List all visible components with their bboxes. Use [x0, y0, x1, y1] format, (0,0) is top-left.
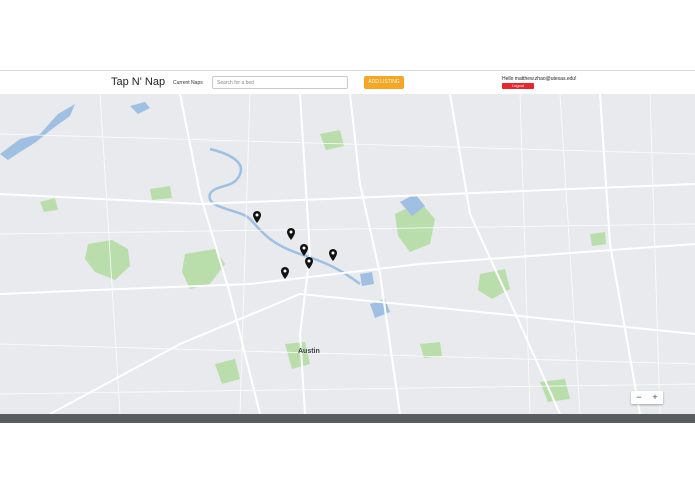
add-listing-button[interactable]: ADD LISTING	[364, 76, 404, 89]
map-footer-bar	[0, 414, 695, 423]
park-area	[590, 232, 606, 246]
map-view[interactable]: Austin	[0, 94, 695, 414]
water-body	[360, 272, 374, 286]
logout-button[interactable]: Logout	[502, 83, 534, 89]
park-area	[540, 379, 570, 402]
park-area	[285, 342, 310, 369]
highway	[0, 183, 695, 206]
park-area	[150, 186, 172, 200]
highway	[49, 292, 695, 414]
park-area	[85, 240, 130, 280]
map-pin-icon[interactable]	[281, 267, 289, 279]
app-brand[interactable]: Tap N' Nap	[111, 76, 165, 88]
highway	[449, 94, 561, 414]
park-area	[320, 130, 344, 150]
road	[649, 94, 661, 414]
road	[519, 94, 531, 414]
search-input[interactable]	[212, 76, 348, 89]
map-pin-icon[interactable]	[300, 244, 308, 256]
highway	[599, 94, 641, 414]
map-pin-icon[interactable]	[305, 257, 313, 269]
road	[0, 343, 695, 365]
colorado-river	[208, 147, 361, 286]
map-tiles	[0, 94, 695, 414]
park-area	[215, 359, 240, 384]
map-city-label: Austin	[298, 348, 320, 355]
map-pin-icon[interactable]	[287, 228, 295, 240]
water-body	[130, 102, 150, 114]
park-area	[40, 198, 58, 212]
map-pin-icon[interactable]	[253, 211, 261, 223]
lake-travis	[0, 104, 75, 160]
user-greeting: Hello matthew.zhao@utexas.edu!	[502, 76, 577, 82]
road	[0, 223, 695, 235]
zoom-control: − +	[631, 391, 663, 404]
road	[0, 133, 695, 155]
current-naps-link[interactable]: Current Naps	[173, 80, 203, 86]
zoom-in-button[interactable]: +	[647, 391, 663, 404]
park-area	[478, 269, 510, 299]
top-navbar: Tap N' Nap Current Naps ADD LISTING Hell…	[0, 70, 695, 95]
park-area	[420, 342, 442, 358]
map-pin-icon[interactable]	[329, 249, 337, 261]
zoom-out-button[interactable]: −	[631, 391, 647, 404]
highway	[349, 94, 401, 414]
